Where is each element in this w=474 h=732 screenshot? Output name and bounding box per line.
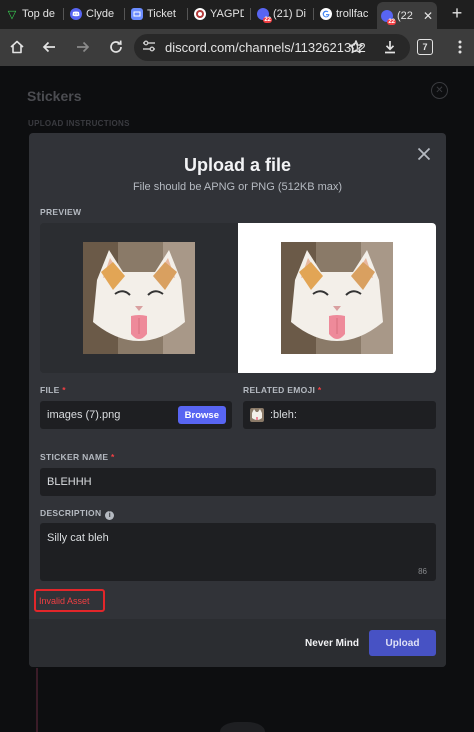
- sticker-name-input[interactable]: BLEHHH: [40, 468, 436, 496]
- related-emoji-field[interactable]: :bleh:: [243, 401, 436, 429]
- tab-separator: [313, 8, 314, 20]
- download-icon[interactable]: [379, 36, 401, 58]
- section-heading: UPLOAD INSTRUCTIONS: [28, 119, 130, 128]
- sticker-name-value: BLEHHH: [47, 476, 92, 488]
- tab-switcher-button[interactable]: 7: [417, 39, 433, 55]
- address-bar[interactable]: discord.com/channels/1132621302: [134, 34, 410, 61]
- back-arrow-icon[interactable]: [38, 36, 60, 58]
- file-label: FILE *: [40, 385, 66, 395]
- browser-tab[interactable]: trollfac: [316, 3, 374, 25]
- highlight-annotation-box: [34, 589, 105, 612]
- browser-tab[interactable]: Ticket: [127, 3, 185, 25]
- background-image: [220, 722, 265, 732]
- google-icon: [320, 8, 332, 20]
- upload-button[interactable]: Upload: [369, 630, 436, 656]
- url-text: discord.com/channels/1132621302: [165, 40, 366, 55]
- required-marker: *: [110, 452, 115, 462]
- file-field[interactable]: images (7).png Browse: [40, 401, 232, 429]
- browser-toolbar: discord.com/channels/1132621302 7: [0, 29, 474, 66]
- modal-subtitle: File should be APNG or PNG (512KB max): [132, 181, 343, 193]
- discord-icon: [70, 8, 82, 20]
- notification-badge: 22: [263, 17, 272, 23]
- description-textarea[interactable]: Silly cat bleh 86: [40, 523, 436, 581]
- tab-count: 7: [422, 42, 428, 52]
- tab-separator: [63, 8, 64, 20]
- tab-title: Ticket: [147, 8, 176, 20]
- description-label-text: DESCRIPTION: [40, 508, 102, 518]
- tab-separator: [250, 8, 251, 20]
- browser-tab[interactable]: YAGPD: [190, 3, 248, 25]
- related-emoji-label: RELATED EMOJI *: [243, 385, 322, 395]
- modal-footer: Never Mind Upload: [29, 619, 446, 667]
- reload-icon[interactable]: [105, 36, 127, 58]
- sticker-name-label-text: STICKER NAME: [40, 452, 109, 462]
- preview-light-background: [238, 223, 436, 373]
- tab-title: (21) Di: [273, 8, 307, 20]
- new-tab-button[interactable]: +: [446, 2, 468, 24]
- file-name: images (7).png: [47, 409, 121, 421]
- screen: ▽ Top de Clyde Ticket YAGPD 22 (21) Di t…: [0, 0, 474, 732]
- discord-badge-icon: 22: [381, 9, 396, 25]
- home-icon[interactable]: [6, 36, 28, 58]
- related-emoji-label-text: RELATED EMOJI: [243, 385, 316, 395]
- never-mind-button[interactable]: Never Mind: [303, 630, 361, 656]
- close-icon[interactable]: [415, 145, 433, 163]
- browser-tab-active[interactable]: 22 (22 ✕: [377, 2, 437, 29]
- sticker-name-label: STICKER NAME *: [40, 452, 115, 462]
- decorative-line: [36, 668, 38, 732]
- character-counter: 86: [418, 567, 427, 576]
- tab-title: trollfac: [336, 8, 369, 20]
- browser-tab-strip: ▽ Top de Clyde Ticket YAGPD 22 (21) Di t…: [0, 0, 474, 29]
- preview-dark-background: [40, 223, 238, 373]
- tab-separator: [187, 8, 188, 20]
- upload-file-modal: Upload a file File should be APNG or PNG…: [29, 133, 446, 667]
- required-marker: *: [62, 385, 66, 395]
- tab-separator: [124, 8, 125, 20]
- site-settings-icon[interactable]: [142, 40, 160, 55]
- description-label: DESCRIPTION i: [40, 508, 115, 520]
- v-logo-icon: ▽: [7, 8, 17, 21]
- info-icon[interactable]: i: [105, 511, 115, 520]
- close-tab-icon[interactable]: ✕: [423, 9, 433, 23]
- emoji-value: :bleh:: [270, 409, 297, 421]
- required-marker: *: [317, 385, 322, 395]
- sticker-preview-image: [281, 242, 393, 354]
- tab-title: (22: [397, 9, 413, 22]
- preview-label: PREVIEW: [40, 207, 82, 217]
- tab-title: Clyde: [86, 8, 115, 20]
- settings-close-icon[interactable]: ✕: [431, 82, 448, 99]
- more-menu-icon[interactable]: [449, 36, 471, 58]
- forward-arrow-icon[interactable]: [72, 36, 94, 58]
- browse-button[interactable]: Browse: [177, 406, 226, 424]
- file-label-text: FILE: [40, 385, 60, 395]
- description-value: Silly cat bleh: [47, 532, 109, 544]
- tab-title: YAGPD: [210, 8, 244, 20]
- sticker-preview-image: [83, 242, 195, 354]
- notification-badge: 22: [387, 18, 396, 25]
- browser-tab[interactable]: 22 (21) Di: [253, 3, 311, 25]
- emoji-thumbnail: [250, 408, 264, 422]
- ticket-icon: [131, 8, 143, 20]
- yagpdb-icon: [194, 8, 206, 20]
- bookmark-star-icon[interactable]: [345, 36, 367, 58]
- discord-badge-icon: 22: [257, 8, 272, 23]
- tab-title: Top de: [22, 8, 56, 20]
- modal-title: Upload a file: [183, 155, 291, 175]
- browser-tab[interactable]: ▽ Top de: [2, 3, 62, 25]
- page-title: Stickers: [27, 88, 82, 104]
- browser-tab[interactable]: Clyde: [66, 3, 122, 25]
